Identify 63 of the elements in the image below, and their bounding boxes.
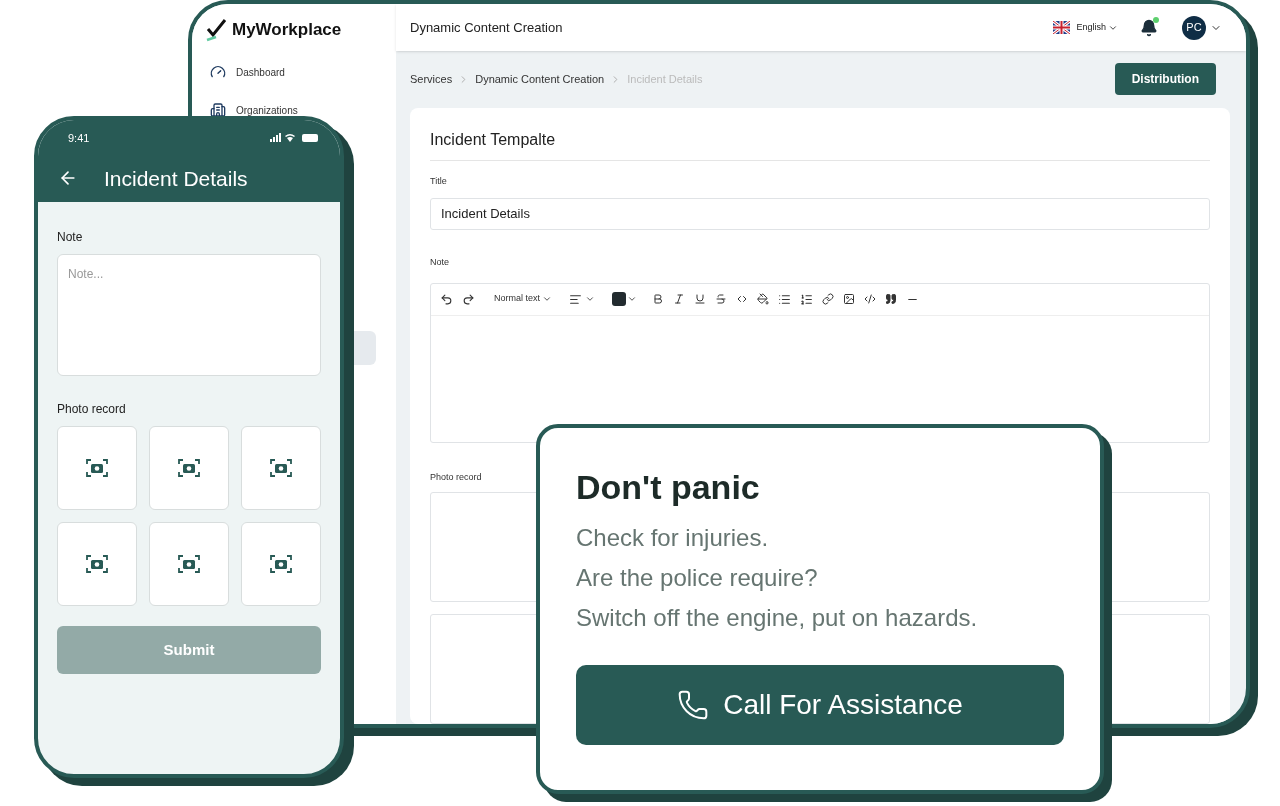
advice-line: Switch off the engine, put on hazards. (576, 602, 979, 633)
text-style-dropdown[interactable]: Normal text (494, 292, 552, 306)
bold-icon[interactable] (652, 293, 664, 305)
quote-icon[interactable] (885, 293, 897, 305)
photo-slot[interactable] (149, 522, 229, 606)
sidebar-item[interactable]: Dashboard (210, 64, 396, 80)
field-label: Note (57, 229, 84, 246)
photo-slot[interactable] (241, 426, 321, 510)
bullet-list-icon[interactable] (778, 292, 791, 306)
field-label: Photo record (57, 401, 127, 418)
status-icons (270, 133, 320, 144)
language-dropdown[interactable]: English (1076, 20, 1118, 35)
phone-icon (677, 688, 710, 721)
field-label: Photo record (430, 470, 483, 484)
breadcrumb[interactable]: Services (410, 71, 453, 88)
align-icon[interactable] (569, 292, 582, 306)
photo-slot[interactable] (149, 426, 229, 510)
camera-icon (270, 458, 292, 478)
gauge-icon (210, 64, 226, 80)
distribution-button[interactable]: Distribution (1114, 63, 1216, 96)
form-heading: Incident Tempalte (430, 127, 1210, 161)
redo-icon[interactable] (462, 292, 475, 306)
camera-icon (270, 554, 292, 574)
caret-icon[interactable] (627, 294, 637, 304)
logo-text: MyWorkplace (232, 19, 342, 42)
camera-icon (86, 458, 108, 478)
user-avatar[interactable]: PC (1182, 15, 1206, 40)
photo-slot[interactable] (57, 522, 137, 606)
field-label: Title (430, 174, 448, 188)
notification-bell-icon[interactable] (1140, 18, 1158, 37)
image-icon[interactable] (843, 293, 855, 305)
caret-icon[interactable] (585, 294, 595, 304)
photo-slot[interactable] (241, 522, 321, 606)
code-block-icon[interactable] (864, 293, 876, 305)
caret-icon (542, 294, 552, 304)
numbered-list-icon[interactable] (800, 292, 813, 306)
title-field[interactable]: Incident Details (430, 198, 1210, 230)
sidebar-item[interactable]: Organizations (210, 102, 396, 118)
undo-icon[interactable] (440, 292, 453, 306)
clear-format-icon[interactable] (757, 293, 769, 305)
advice-line: Check for injuries. (576, 522, 770, 553)
card-heading: Don't panic (576, 467, 761, 508)
code-icon[interactable] (736, 293, 748, 305)
camera-icon (178, 458, 200, 478)
field-label: Note (430, 256, 450, 269)
photo-slot[interactable] (57, 426, 137, 510)
color-swatch[interactable] (612, 292, 626, 306)
page-title: Dynamic Content Creation (410, 18, 564, 37)
status-time: 9:41 (68, 131, 91, 146)
advice-line: Are the police require? (576, 562, 819, 593)
building-icon (210, 102, 226, 118)
note-field[interactable]: Note... (57, 254, 321, 376)
italic-icon[interactable] (673, 293, 685, 305)
breadcrumb[interactable]: Dynamic Content Creation (475, 71, 605, 88)
logo-icon (206, 18, 228, 42)
call-button[interactable]: Call For Assistance (576, 664, 1064, 745)
underline-icon[interactable] (694, 293, 706, 305)
camera-icon (178, 554, 200, 574)
camera-icon (86, 554, 108, 574)
link-icon[interactable] (822, 293, 834, 305)
phone-title: Incident Details (104, 165, 248, 192)
strikethrough-icon[interactable] (715, 293, 727, 305)
flag-icon (1053, 21, 1071, 35)
